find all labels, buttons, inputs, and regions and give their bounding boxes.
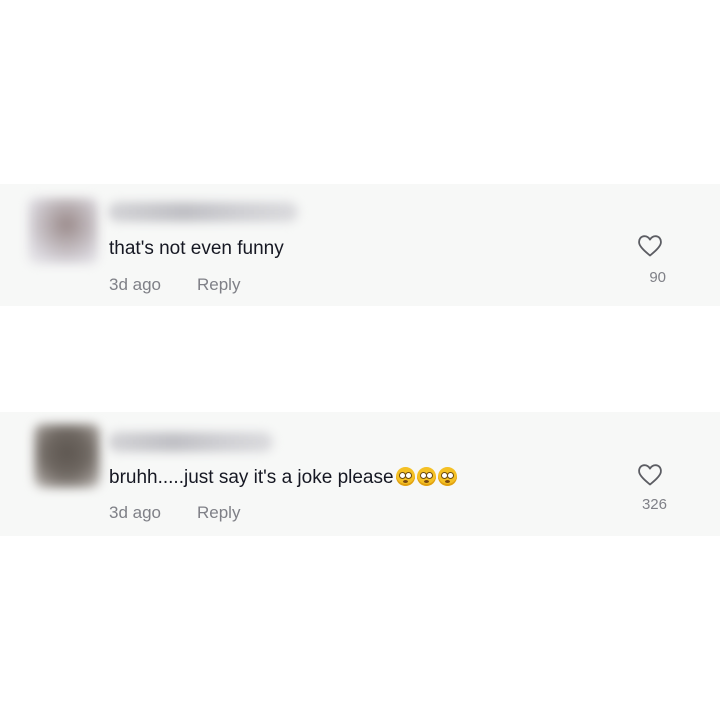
comment-item: bruhh.....just say it's a joke please 3d…	[0, 412, 720, 536]
like-count: 326	[641, 496, 667, 513]
username-blurred[interactable]	[108, 432, 273, 452]
like-count: 90	[649, 269, 666, 286]
heart-icon[interactable]	[637, 463, 663, 487]
avatar[interactable]	[28, 198, 98, 264]
comment-text: bruhh.....just say it's a joke please	[109, 467, 457, 489]
username-blurred[interactable]	[108, 202, 298, 222]
comment-time: 3d ago	[109, 503, 161, 522]
heart-icon[interactable]	[637, 234, 663, 258]
avatar[interactable]	[34, 424, 100, 488]
flushed-face-emoji-icon	[437, 467, 457, 486]
reply-button[interactable]: Reply	[197, 275, 240, 294]
comment-time: 3d ago	[109, 275, 161, 294]
comment-meta: 3d ago Reply	[109, 503, 240, 523]
reply-button[interactable]: Reply	[197, 503, 240, 522]
flushed-face-emoji-icon	[395, 467, 415, 486]
comment-meta: 3d ago Reply	[109, 275, 240, 295]
flushed-face-emoji-icon	[416, 467, 436, 486]
comment-item: that's not even funny 3d ago Reply 90	[0, 184, 720, 306]
comment-text-body: bruhh.....just say it's a joke please	[109, 467, 394, 488]
comment-text: that's not even funny	[109, 238, 284, 259]
